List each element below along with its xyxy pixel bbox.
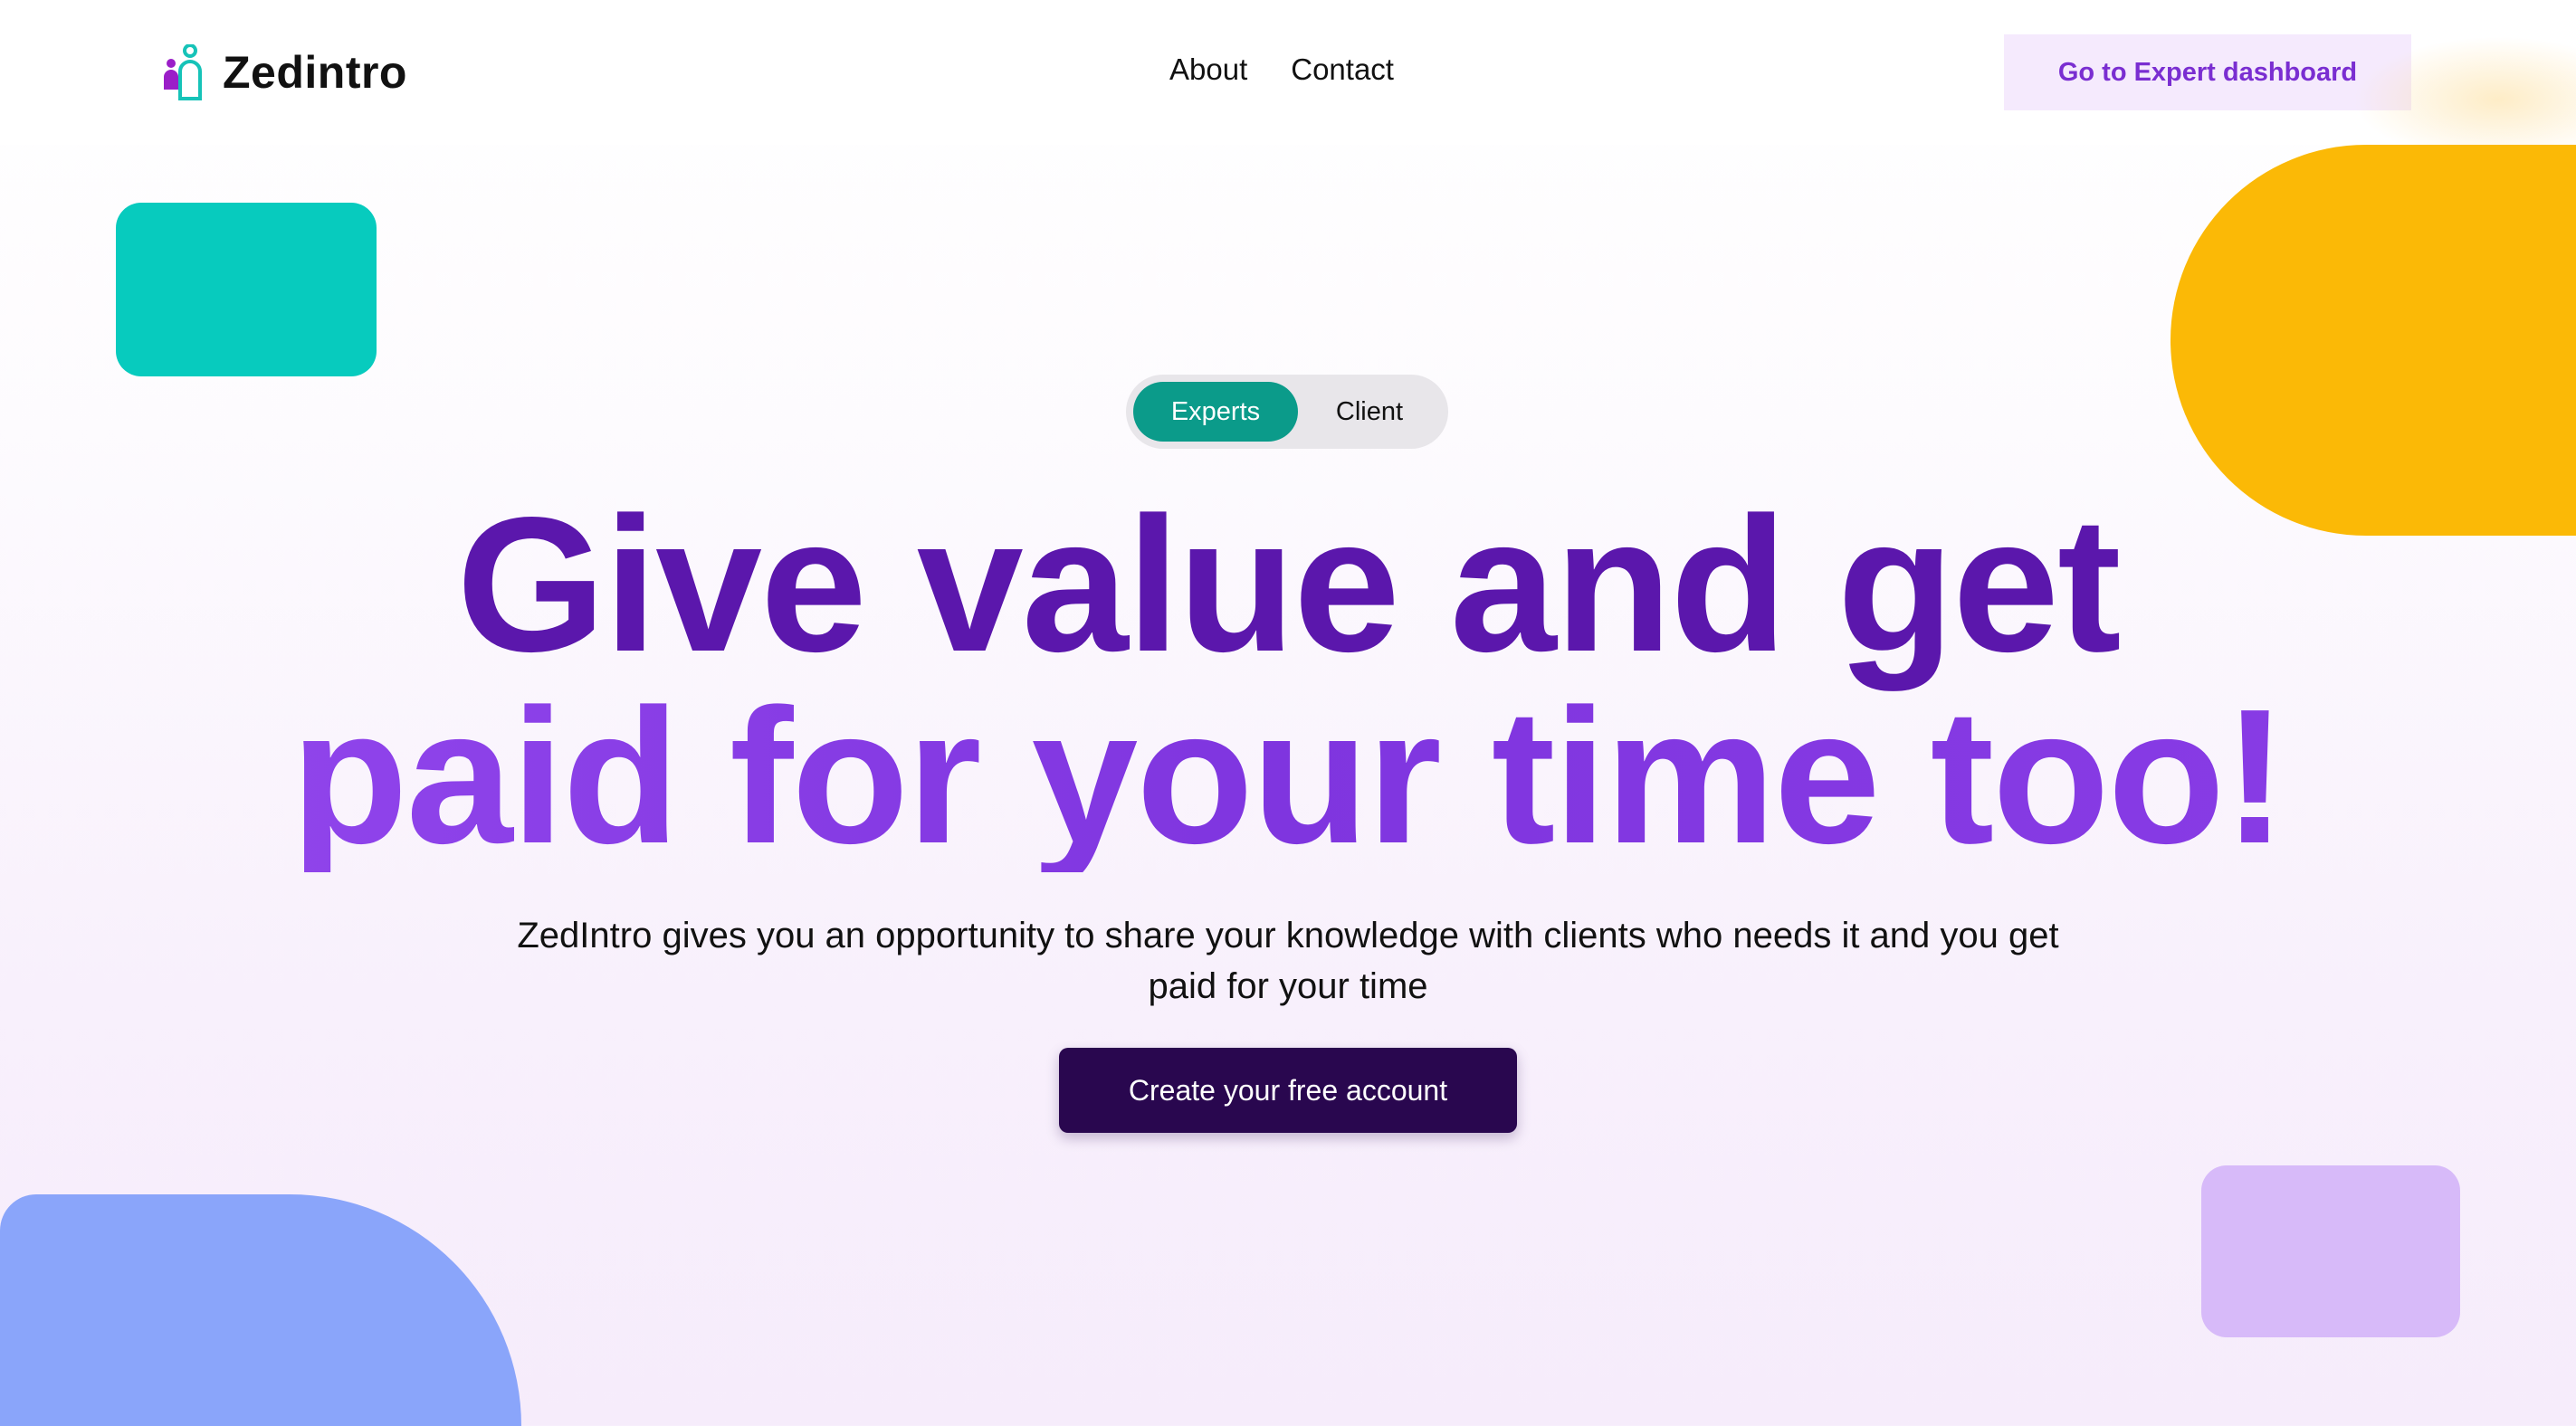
toggle-option-client[interactable]: Client <box>1298 382 1441 442</box>
nav-link-about[interactable]: About <box>1169 52 1247 87</box>
toggle-option-experts[interactable]: Experts <box>1133 382 1298 442</box>
zedintro-logo-icon <box>163 43 205 100</box>
go-to-expert-dashboard-button[interactable]: Go to Expert dashboard <box>2004 34 2411 110</box>
logo[interactable]: Zedintro <box>163 43 407 101</box>
hero-headline-line-2: paid for your time too! <box>0 680 2576 872</box>
hero-headline: Give value and get paid for your time to… <box>0 489 2576 872</box>
brand-name: Zedintro <box>223 47 407 98</box>
decorative-teal-block <box>116 203 377 376</box>
decorative-blue-quarter-circle <box>0 1194 521 1426</box>
decorative-glow <box>2353 36 2576 163</box>
decorative-yellow-half-circle <box>2171 145 2576 536</box>
audience-toggle: Experts Client <box>1126 375 1448 449</box>
decorative-lilac-block <box>2201 1165 2460 1337</box>
main-nav: About Contact <box>1169 52 1394 87</box>
create-free-account-button[interactable]: Create your free account <box>1059 1048 1517 1133</box>
hero-subtext: ZedIntro gives you an opportunity to sha… <box>517 916 2059 1006</box>
nav-link-contact[interactable]: Contact <box>1291 52 1394 87</box>
hero-headline-line-1: Give value and get <box>456 477 2121 691</box>
top-navigation-bar: Zedintro About Contact Go to Expert dash… <box>0 0 2576 145</box>
